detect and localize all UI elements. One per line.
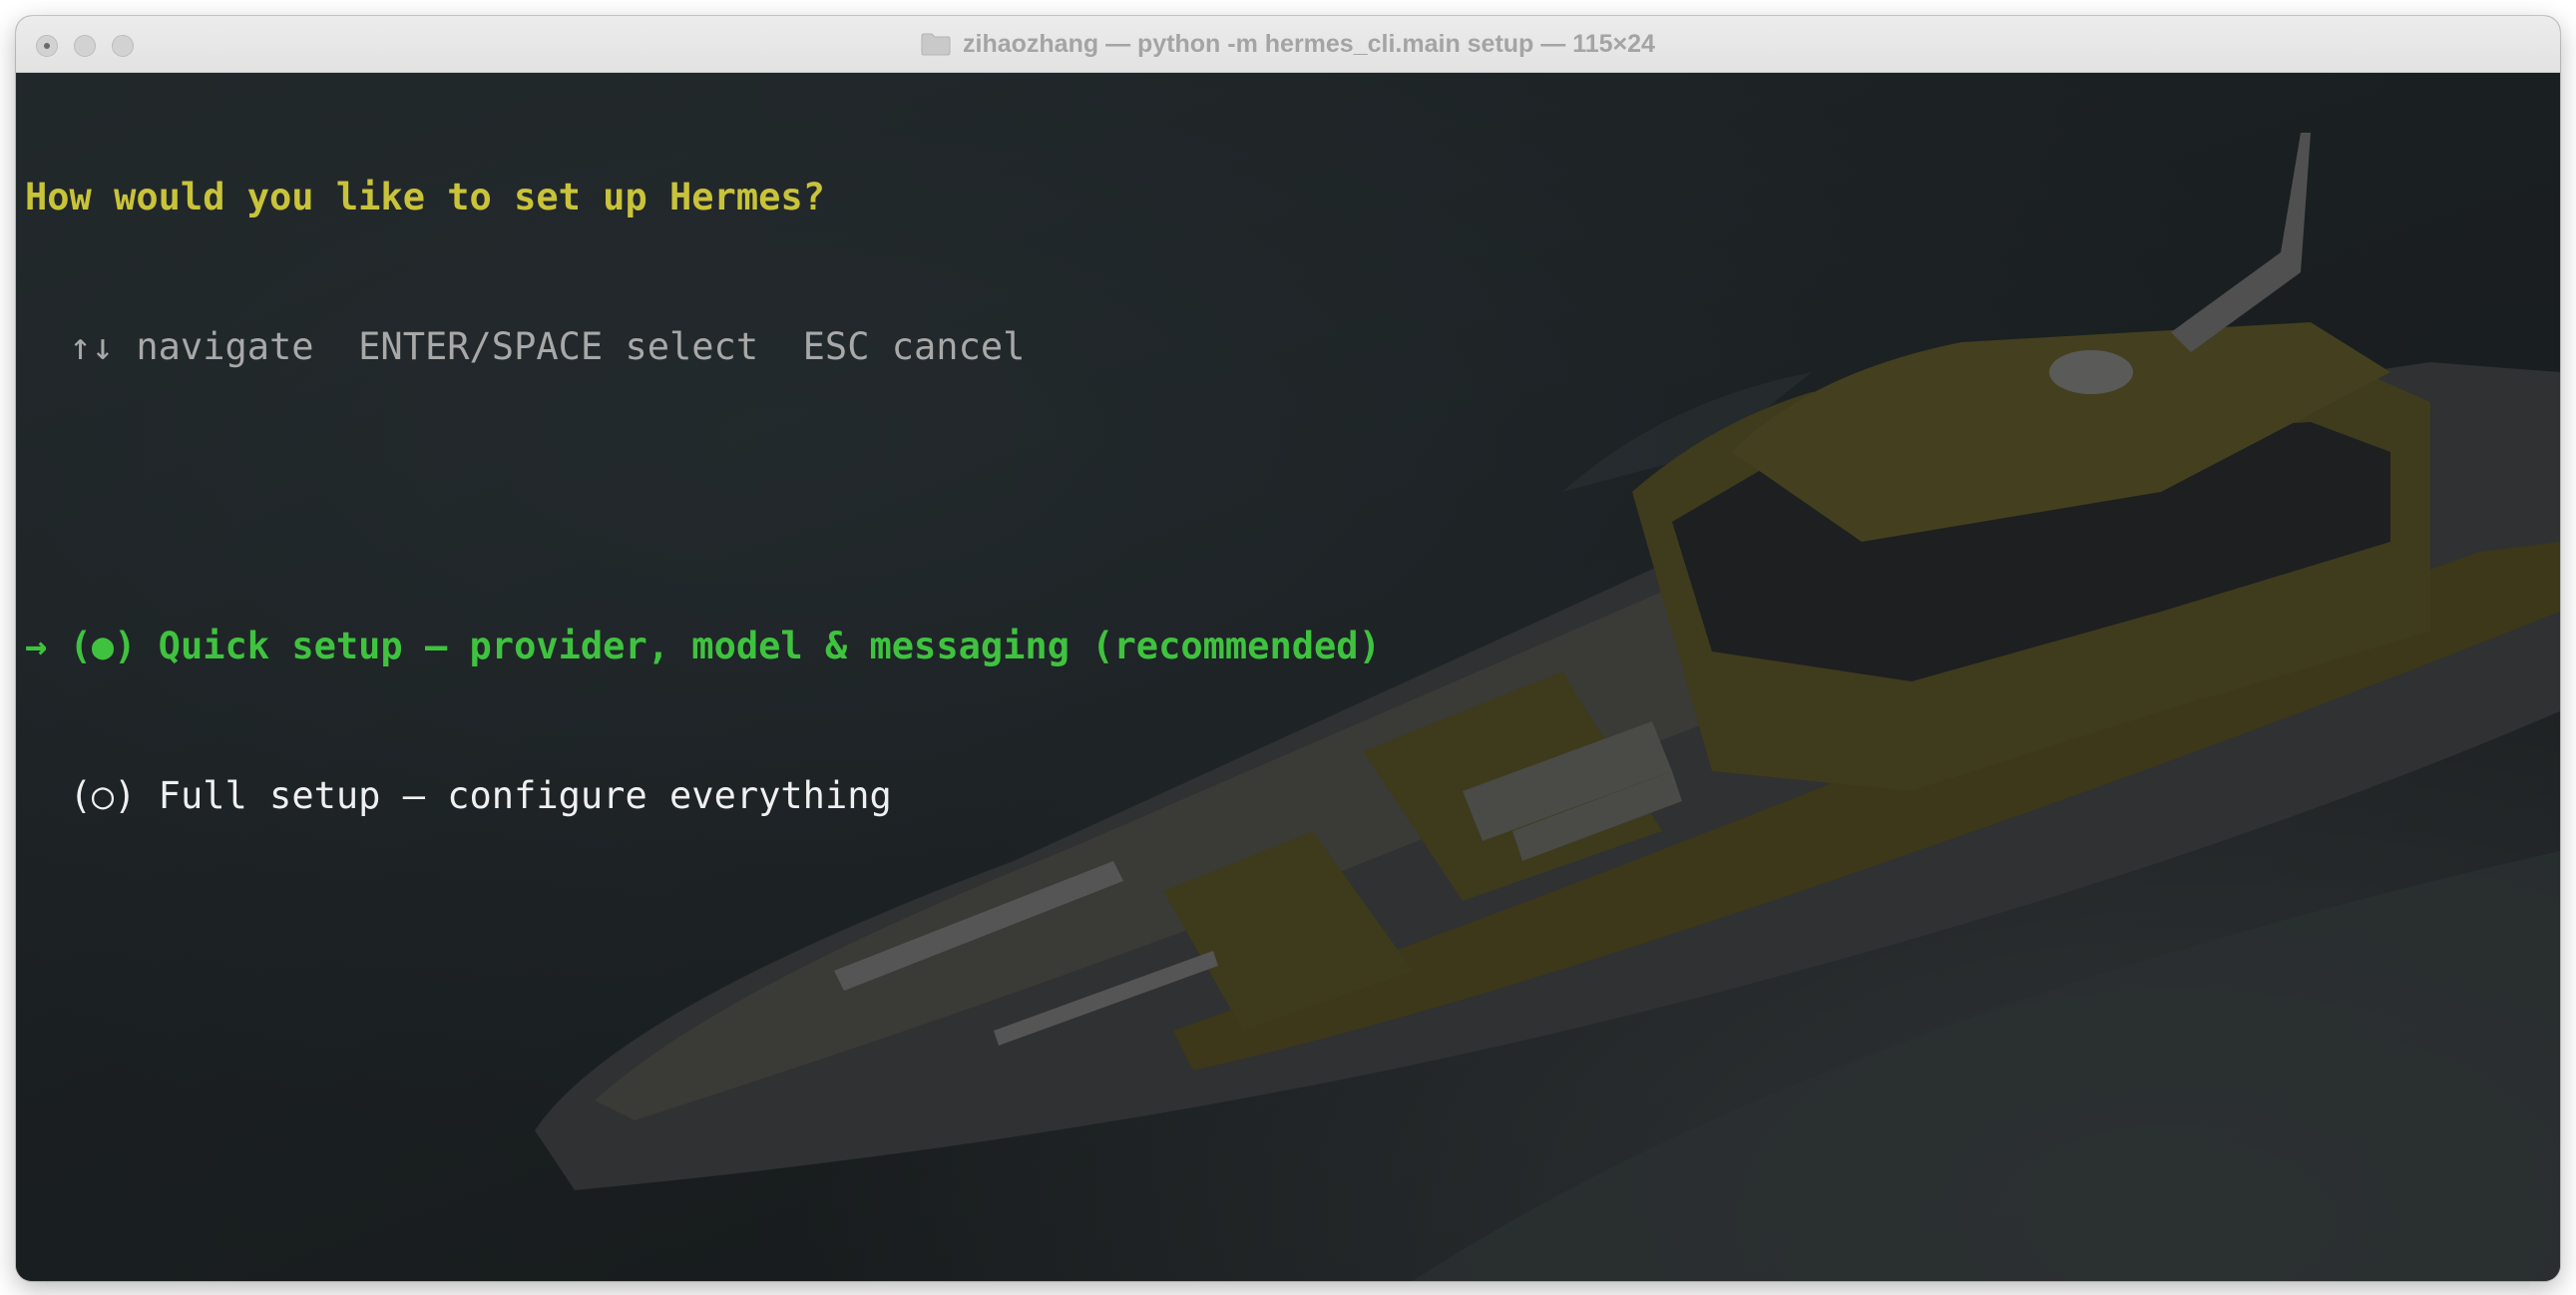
navigation-hint: ↑↓ navigate ENTER/SPACE select ESC cance…	[25, 325, 1026, 368]
window-title-text: zihaozhang — python -m hermes_cli.main s…	[963, 29, 1655, 58]
close-button[interactable]	[36, 35, 58, 57]
selection-cursor-arrow: →	[25, 625, 70, 667]
zoom-button[interactable]	[112, 35, 134, 57]
setup-prompt: How would you like to set up Hermes?	[25, 176, 825, 218]
radio-selected-icon[interactable]: (●)	[70, 625, 137, 667]
terminal-content[interactable]: How would you like to set up Hermes? ↑↓ …	[16, 73, 2560, 1281]
option-full-setup-label: Full setup — configure everything	[136, 774, 892, 817]
option-quick-setup[interactable]: → (●) Quick setup — provider, model & me…	[25, 622, 2560, 671]
selection-cursor-blank	[25, 774, 70, 817]
terminal-window: zihaozhang — python -m hermes_cli.main s…	[16, 16, 2560, 1281]
window-controls	[36, 35, 134, 57]
terminal-output: How would you like to set up Hermes? ↑↓ …	[25, 73, 2560, 1281]
window-title: zihaozhang — python -m hermes_cli.main s…	[921, 30, 1655, 59]
title-bar[interactable]: zihaozhang — python -m hermes_cli.main s…	[16, 16, 2560, 73]
option-full-setup[interactable]: (○) Full setup — configure everything	[25, 771, 2560, 821]
minimize-button[interactable]	[74, 35, 96, 57]
option-quick-setup-label: Quick setup — provider, model & messagin…	[136, 625, 1381, 667]
folder-icon	[921, 33, 951, 56]
radio-unselected-icon[interactable]: (○)	[70, 774, 137, 817]
